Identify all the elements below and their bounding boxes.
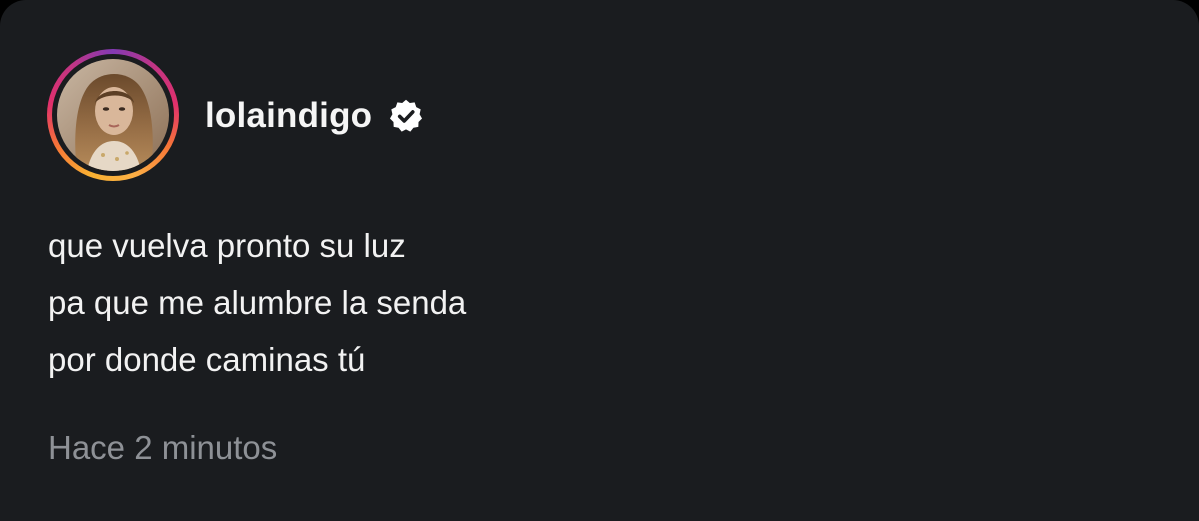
post-header: lolaindigo bbox=[205, 94, 424, 138]
post-caption: que vuelva pronto su luz pa que me alumb… bbox=[48, 217, 466, 388]
caption-line: por donde caminas tú bbox=[48, 341, 366, 378]
verified-badge-icon bbox=[390, 99, 423, 132]
post-timestamp: Hace 2 minutos bbox=[48, 429, 278, 466]
avatar[interactable] bbox=[57, 59, 169, 171]
caption-line: pa que me alumbre la senda bbox=[48, 284, 467, 321]
username-link[interactable]: lolaindigo bbox=[205, 96, 372, 136]
post-card: lolaindigo que vuelva pronto su luz pa q… bbox=[0, 0, 1199, 521]
avatar-frame bbox=[52, 54, 174, 176]
story-ring[interactable] bbox=[47, 49, 179, 181]
caption-line: que vuelva pronto su luz bbox=[48, 227, 406, 264]
